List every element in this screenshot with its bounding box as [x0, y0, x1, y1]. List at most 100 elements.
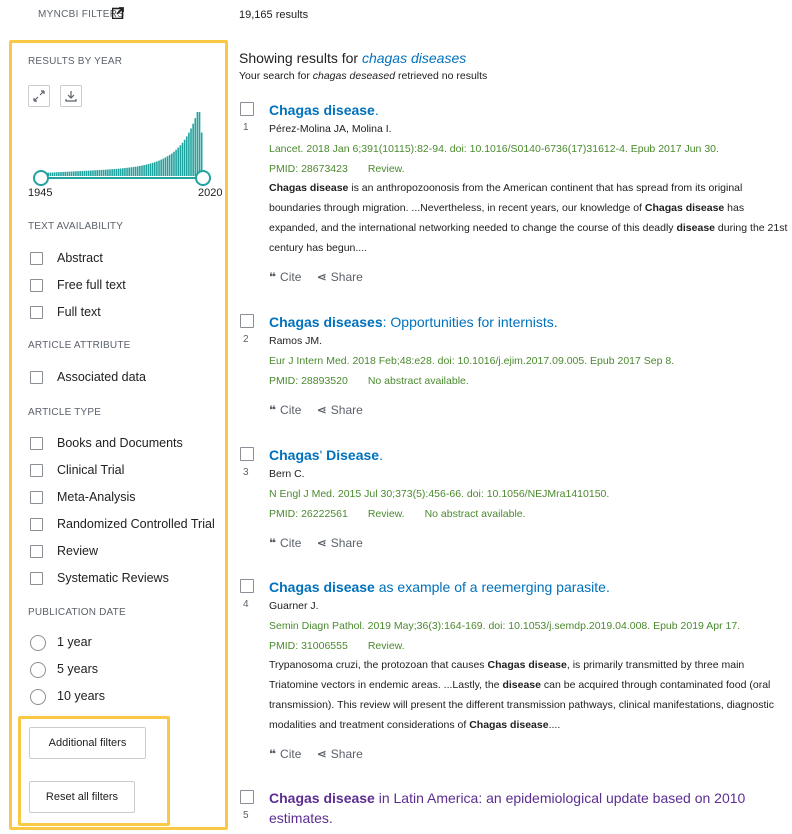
meta-analysis-checkbox[interactable] — [30, 491, 43, 504]
title-highlight: Chagas diseases — [269, 314, 383, 330]
associated-data-checkbox[interactable] — [30, 371, 43, 384]
rct-label: Randomized Controlled Trial — [57, 517, 215, 531]
title-highlight: Chagas disease — [269, 102, 375, 118]
share-button[interactable]: ⋖ Share — [317, 747, 363, 761]
snippet-highlight: Chagas disease — [269, 182, 349, 194]
select-article-checkbox[interactable] — [240, 790, 254, 804]
original-search-term: chagas deseased — [312, 70, 396, 82]
article-citation: N Engl J Med. 2015 Jul 30;373(5):456-66.… — [269, 488, 610, 500]
histogram-bar — [188, 132, 190, 176]
article-title-link[interactable]: Chagas disease in Latin America: an epid… — [269, 788, 789, 828]
share-button[interactable]: ⋖ Share — [317, 403, 363, 417]
cite-button[interactable]: ❝ Cite — [269, 747, 301, 761]
cite-label: Cite — [280, 403, 302, 417]
pmid: PMID: 26222561 — [269, 508, 348, 520]
external-link-icon[interactable] — [112, 7, 124, 19]
result-article-3: 3 Chagas' Disease. Bern C. N Engl J Med.… — [239, 445, 792, 555]
books-checkbox[interactable] — [30, 437, 43, 450]
histogram-bar — [168, 154, 171, 176]
search-prefix: Your search for — [239, 70, 310, 82]
quote-icon: ❝ — [269, 403, 277, 417]
article-actions: ❝ Cite ⋖ Share — [269, 747, 375, 761]
cite-button[interactable]: ❝ Cite — [269, 270, 301, 284]
histogram-bar — [58, 172, 60, 176]
search-suffix: retrieved no results — [398, 70, 488, 82]
year-slider-start-handle[interactable] — [33, 170, 49, 186]
article-citation: Lancet. 2018 Jan 6;391(10115):82-94. doi… — [269, 143, 719, 155]
article-title-link[interactable]: Chagas' Disease. — [269, 445, 789, 465]
year-slider-end-handle[interactable] — [195, 170, 211, 186]
histogram-bar — [130, 167, 133, 176]
article-authors: Guarner J. — [269, 600, 319, 612]
article-pmid-row: PMID: 28893520 No abstract available. — [269, 375, 469, 387]
results-by-year-header: RESULTS BY YEAR — [28, 56, 123, 67]
cite-button[interactable]: ❝ Cite — [269, 403, 301, 417]
select-article-checkbox[interactable] — [240, 102, 254, 116]
share-button[interactable]: ⋖ Share — [317, 536, 363, 550]
5-years-radio[interactable] — [30, 662, 46, 678]
clinical-trial-checkbox[interactable] — [30, 464, 43, 477]
cite-label: Cite — [280, 747, 302, 761]
10-years-radio[interactable] — [30, 689, 46, 705]
article-number: 1 — [243, 122, 249, 133]
no-abstract-tag: No abstract available. — [424, 508, 526, 520]
pmid: PMID: 28673423 — [269, 163, 348, 175]
cite-button[interactable]: ❝ Cite — [269, 536, 301, 550]
article-number: 4 — [243, 599, 249, 610]
histogram-bar — [64, 171, 67, 176]
systematic-reviews-checkbox[interactable] — [30, 572, 43, 585]
free-full-text-checkbox[interactable] — [30, 279, 43, 292]
histogram-bar — [72, 171, 75, 176]
share-button[interactable]: ⋖ Share — [317, 270, 363, 284]
results-by-year-histogram[interactable] — [29, 83, 213, 218]
review-checkbox[interactable] — [30, 545, 43, 558]
select-article-checkbox[interactable] — [240, 579, 254, 593]
share-icon: ⋖ — [316, 270, 327, 284]
histogram-bar — [55, 172, 58, 176]
select-article-checkbox[interactable] — [240, 447, 254, 461]
histogram-bar — [85, 170, 88, 176]
histogram-bar — [185, 136, 188, 176]
article-title-link[interactable]: Chagas disease. — [269, 100, 789, 120]
1-year-radio[interactable] — [30, 635, 46, 651]
histogram-bar — [62, 171, 64, 176]
top-bar: MYNCBI FILTERS 19,165 results — [0, 0, 792, 34]
end-year-label: 2020 — [198, 187, 223, 199]
histogram-bar — [107, 169, 109, 176]
title-highlight: Chagas disease — [269, 790, 375, 806]
histogram-bar — [128, 167, 130, 176]
article-attribute-header: ARTICLE ATTRIBUTE — [28, 340, 131, 351]
histogram-bar — [117, 168, 120, 176]
histogram-bar — [156, 161, 158, 176]
reset-all-filters-button[interactable]: Reset all filters — [29, 781, 135, 813]
corrected-search-link[interactable]: chagas diseases — [362, 50, 466, 66]
title-highlight: Chagas — [269, 447, 320, 463]
histogram-bar — [139, 165, 141, 176]
histogram-bar — [113, 169, 116, 176]
histogram-bar — [66, 171, 69, 176]
histogram-bar — [177, 147, 180, 176]
histogram-bar — [162, 158, 165, 176]
article-title-link[interactable]: Chagas disease as example of a reemergin… — [269, 577, 789, 597]
histogram-bar — [145, 164, 148, 176]
snippet-highlight: disease — [676, 222, 715, 234]
quote-icon: ❝ — [269, 270, 277, 284]
select-article-checkbox[interactable] — [240, 314, 254, 328]
share-label: Share — [330, 270, 363, 284]
rct-checkbox[interactable] — [30, 518, 43, 531]
histogram-bar — [68, 171, 71, 176]
full-text-checkbox[interactable] — [30, 306, 43, 319]
additional-filters-button[interactable]: Additional filters — [29, 727, 146, 759]
article-authors: Ramos JM. — [269, 335, 323, 347]
article-title-link[interactable]: Chagas diseases: Opportunities for inter… — [269, 312, 789, 332]
abstract-checkbox[interactable] — [30, 252, 43, 265]
showing-results-for: Showing results for chagas diseases — [239, 50, 466, 66]
histogram-bar — [92, 170, 94, 176]
histogram-bar — [70, 171, 73, 176]
histogram-bar — [175, 149, 177, 176]
share-icon: ⋖ — [316, 403, 327, 417]
5-years-label: 5 years — [57, 662, 98, 676]
histogram-bar — [104, 169, 107, 176]
meta-analysis-label: Meta-Analysis — [57, 490, 136, 504]
histogram-bar — [96, 170, 99, 176]
